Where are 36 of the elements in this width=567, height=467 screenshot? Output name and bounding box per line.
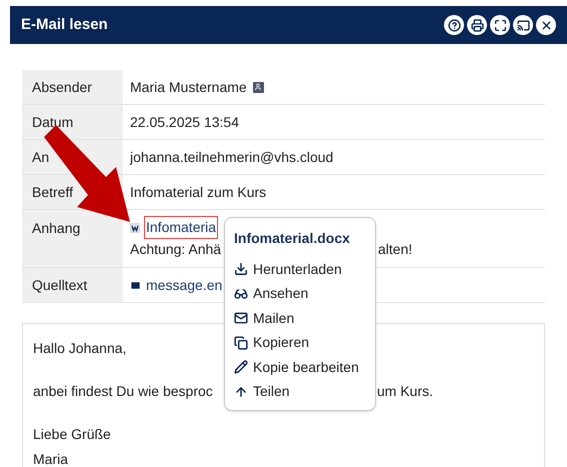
field-value: 22.05.2025 13:54: [130, 112, 239, 132]
help-icon[interactable]: [444, 15, 464, 35]
menu-item[interactable]: Herunterladen: [234, 257, 366, 282]
source-link[interactable]: message.en: [146, 274, 222, 296]
body-text: Hallo Johanna,: [33, 339, 126, 358]
menu-item[interactable]: Mailen: [234, 306, 366, 330]
warning-text: alten!: [378, 240, 412, 259]
field-value: Maria Mustername: [130, 78, 247, 96]
pencil-icon: [234, 360, 248, 374]
download-icon: [234, 262, 248, 276]
attachment-link[interactable]: Infomateria: [144, 216, 218, 239]
menu-item[interactable]: Kopieren: [234, 330, 366, 355]
copy-icon: [234, 336, 248, 350]
contact-card-icon[interactable]: [252, 82, 264, 92]
field-label: Datum: [22, 105, 123, 139]
window-title: E-Mail lesen: [21, 14, 108, 35]
print-icon[interactable]: [467, 15, 487, 35]
field-value: johanna.teilnehmerin@vhs.cloud: [130, 148, 334, 167]
glasses-icon: [234, 286, 248, 301]
word-file-icon: [130, 222, 140, 232]
warning-text: Achtung: Anhä: [130, 240, 222, 259]
body-text: Liebe Grüße: [33, 425, 111, 444]
menu-title: Infomaterial.docx: [234, 229, 351, 248]
field-label: Anhang: [22, 210, 123, 267]
field-label: Quelltext: [22, 268, 123, 302]
field-value: Infomaterial zum Kurs: [130, 182, 266, 202]
menu-item[interactable]: Ansehen: [234, 282, 366, 306]
menu-item[interactable]: Kopie bearbeiten: [234, 355, 366, 380]
menu-item[interactable]: Teilen: [234, 380, 366, 404]
body-text: Maria: [33, 450, 68, 467]
fullscreen-icon[interactable]: [490, 15, 510, 35]
popout-icon[interactable]: [513, 15, 533, 35]
close-icon[interactable]: [536, 15, 556, 35]
field-label: Absender: [22, 70, 123, 104]
body-text: anbei findest Du wie besproc: [33, 382, 214, 401]
body-text: um Kurs.: [377, 382, 434, 401]
